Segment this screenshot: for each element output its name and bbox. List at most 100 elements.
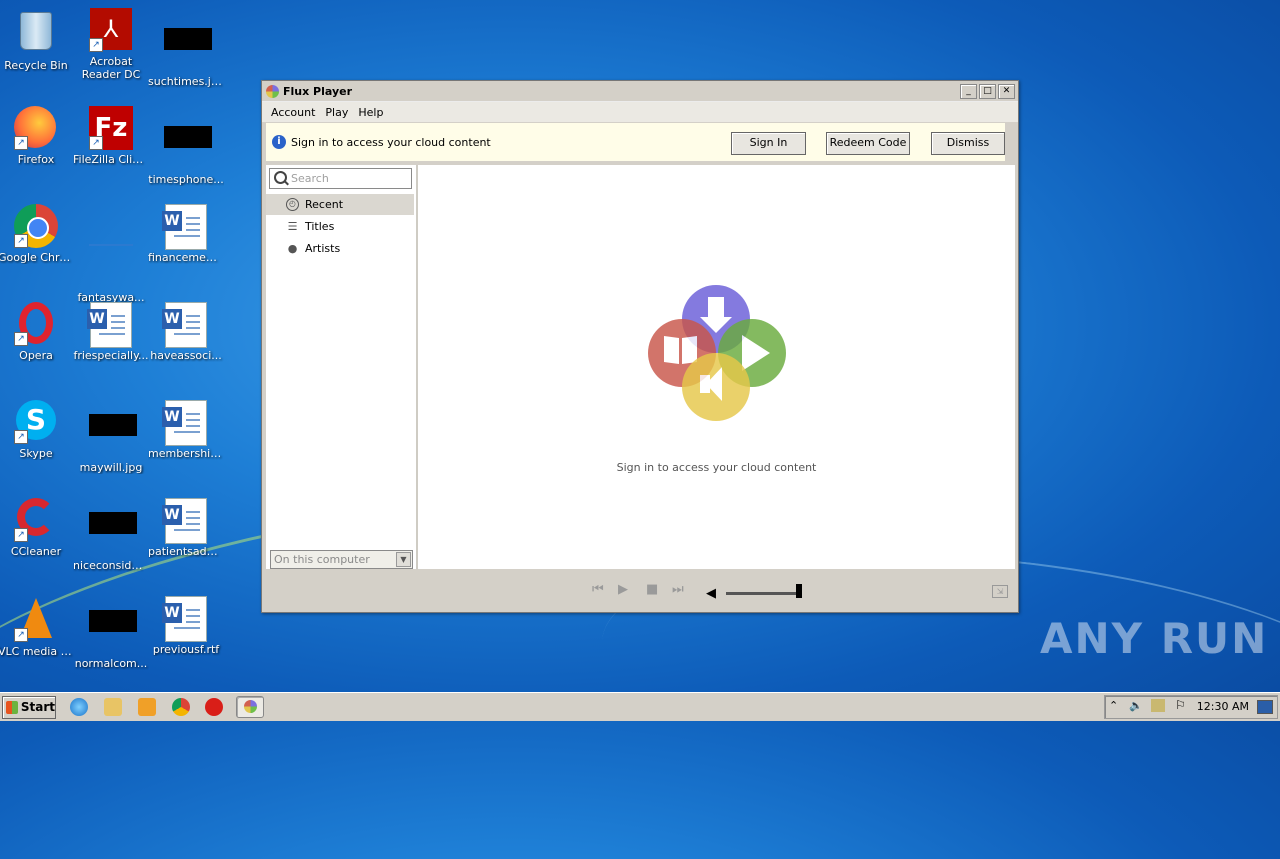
nav-item-label: Recent (305, 198, 344, 211)
desktop-icon-word-doc[interactable]: W friespecially... (73, 302, 149, 362)
dismiss-button[interactable]: Dismiss (931, 132, 1005, 155)
nav-item-recent[interactable]: ◴ Recent (266, 194, 414, 215)
empty-state-message: Sign in to access your cloud content (616, 461, 817, 474)
vlc-icon: ↗ (14, 598, 58, 642)
file-icon (89, 610, 137, 654)
clock-icon: ◴ (286, 198, 299, 211)
desktop-icon-file[interactable]: fantasywa... (73, 204, 149, 304)
acrobat-icon: ⅄ ↗ (89, 8, 133, 52)
mini-player-icon[interactable]: ⇲ (992, 585, 1008, 598)
chrome-icon[interactable] (172, 698, 190, 716)
title-bar[interactable]: Flux Player _ □ ✕ (262, 81, 1018, 102)
desktop-icon-vlc[interactable]: ↗ VLC media player (0, 596, 74, 658)
desktop-icon-opera[interactable]: ↗ Opera (0, 302, 74, 362)
desktop-icon-file[interactable]: normalcom... (73, 596, 149, 670)
recycle-bin-icon (14, 12, 58, 56)
desktop-icon-firefox[interactable]: ↗ Firefox (0, 106, 74, 166)
windows-flag-icon (6, 701, 18, 714)
explorer-icon[interactable] (104, 698, 122, 716)
firefox-icon: ↗ (14, 106, 58, 150)
image-file-icon (89, 414, 137, 458)
chevron-up-icon[interactable]: ⌃ (1109, 699, 1118, 712)
menu-help[interactable]: Help (353, 106, 388, 119)
nav-item-titles[interactable]: ☰ Titles (266, 216, 414, 237)
volume-icon[interactable]: ◀ (706, 586, 716, 601)
desktop-icon-word-doc[interactable]: W financemem... (148, 204, 224, 264)
chevron-down-icon: ▼ (396, 552, 411, 567)
desktop-icon-image[interactable]: suchtimes.jpg (148, 8, 224, 88)
opera-icon[interactable] (205, 698, 223, 716)
source-select-value: On this computer (274, 553, 370, 566)
search-icon (274, 171, 287, 184)
cloud-logo (648, 285, 788, 425)
desktop-icon-file[interactable]: niceconsider... (73, 498, 149, 572)
app-logo-icon (266, 84, 279, 98)
infobar-message: Sign in to access your cloud content (291, 135, 491, 149)
menu-bar: Account Play Help (262, 102, 1018, 122)
system-tray: ⌃ 🔈 ⚐ 12:30 AM (1104, 695, 1278, 719)
word-document-icon: W (162, 498, 208, 544)
sign-in-infobar: i Sign in to access your cloud content S… (266, 123, 1005, 161)
word-document-icon: W (162, 400, 208, 446)
clock[interactable]: 12:30 AM (1197, 700, 1249, 713)
search-placeholder: Search (291, 172, 329, 185)
start-label: Start (20, 700, 55, 714)
playback-controls: ⏮ ▶ ■ ⏭ ◀ ⇲ (262, 571, 1018, 611)
desktop-icon-image[interactable]: maywill.jpg (73, 400, 149, 474)
opera-icon: ↗ (14, 302, 58, 346)
info-icon: i (272, 135, 286, 149)
nav-item-artists[interactable]: ● Artists (266, 238, 414, 259)
redeem-code-button[interactable]: Redeem Code (826, 132, 910, 155)
volume-slider[interactable] (726, 592, 800, 595)
desktop-icon-word-doc[interactable]: W membership... (148, 400, 224, 460)
desktop-icon-word-doc[interactable]: W previousf.rtf (148, 596, 224, 656)
previous-icon[interactable]: ⏮ (592, 583, 604, 597)
word-document-icon: W (162, 596, 208, 642)
volume-slider-thumb[interactable] (796, 584, 802, 598)
search-input[interactable]: Search (269, 168, 412, 189)
nav-item-label: Artists (305, 242, 341, 255)
filezilla-icon: Fz ↗ (89, 106, 133, 150)
volume-tray-icon[interactable]: 🔈 (1129, 699, 1143, 712)
minimize-button[interactable]: _ (960, 84, 977, 99)
desktop-icon-skype[interactable]: S ↗ Skype (0, 400, 74, 460)
desktop-icon-word-doc[interactable]: W patientsadd... (148, 498, 224, 558)
network-icon[interactable] (1151, 699, 1165, 712)
sign-in-button[interactable]: Sign In (731, 132, 806, 155)
image-file-icon (164, 28, 212, 72)
source-select[interactable]: On this computer ▼ (270, 550, 413, 569)
flux-player-taskbar-button[interactable] (236, 696, 264, 718)
media-player-icon[interactable] (138, 698, 156, 716)
ccleaner-icon: ↗ (14, 498, 58, 542)
desktop-icon-recycle-bin[interactable]: Recycle Bin (0, 8, 74, 72)
menu-play[interactable]: Play (320, 106, 353, 119)
desktop-icon-word-doc[interactable]: W haveassoci... (148, 302, 224, 362)
desktop-icon-chrome[interactable]: ↗ Google Chrome (0, 204, 74, 264)
desktop-icon-acrobat[interactable]: ⅄ ↗ Acrobat Reader DC (73, 8, 149, 81)
word-document-icon: W (162, 204, 208, 250)
skype-icon: S ↗ (14, 400, 58, 444)
next-icon[interactable]: ⏭ (672, 583, 684, 597)
list-icon: ☰ (287, 220, 298, 233)
file-icon (89, 512, 137, 556)
desktop-icon-ccleaner[interactable]: ↗ CCleaner (0, 498, 74, 558)
audio-circle-icon (682, 353, 750, 421)
start-button[interactable]: Start (2, 696, 56, 719)
menu-account[interactable]: Account (266, 106, 320, 119)
maximize-button[interactable]: □ (979, 84, 996, 99)
ie-icon[interactable] (70, 698, 88, 716)
person-icon: ● (287, 242, 298, 255)
close-button[interactable]: ✕ (998, 84, 1015, 99)
stop-icon[interactable]: ■ (646, 583, 658, 597)
file-icon (164, 126, 212, 170)
desktop-icon-file[interactable]: timesphone... (148, 106, 224, 186)
window-title: Flux Player (283, 84, 353, 98)
desktop-icon-filezilla[interactable]: Fz ↗ FileZilla Client (73, 106, 149, 166)
nav-item-label: Titles (305, 220, 335, 233)
file-icon (89, 244, 133, 288)
watermark: ANY RUN (1040, 614, 1269, 663)
flag-icon[interactable]: ⚐ (1175, 698, 1186, 712)
play-icon[interactable]: ▶ (618, 583, 628, 597)
word-document-icon: W (87, 302, 133, 348)
show-desktop-icon[interactable] (1257, 700, 1273, 714)
